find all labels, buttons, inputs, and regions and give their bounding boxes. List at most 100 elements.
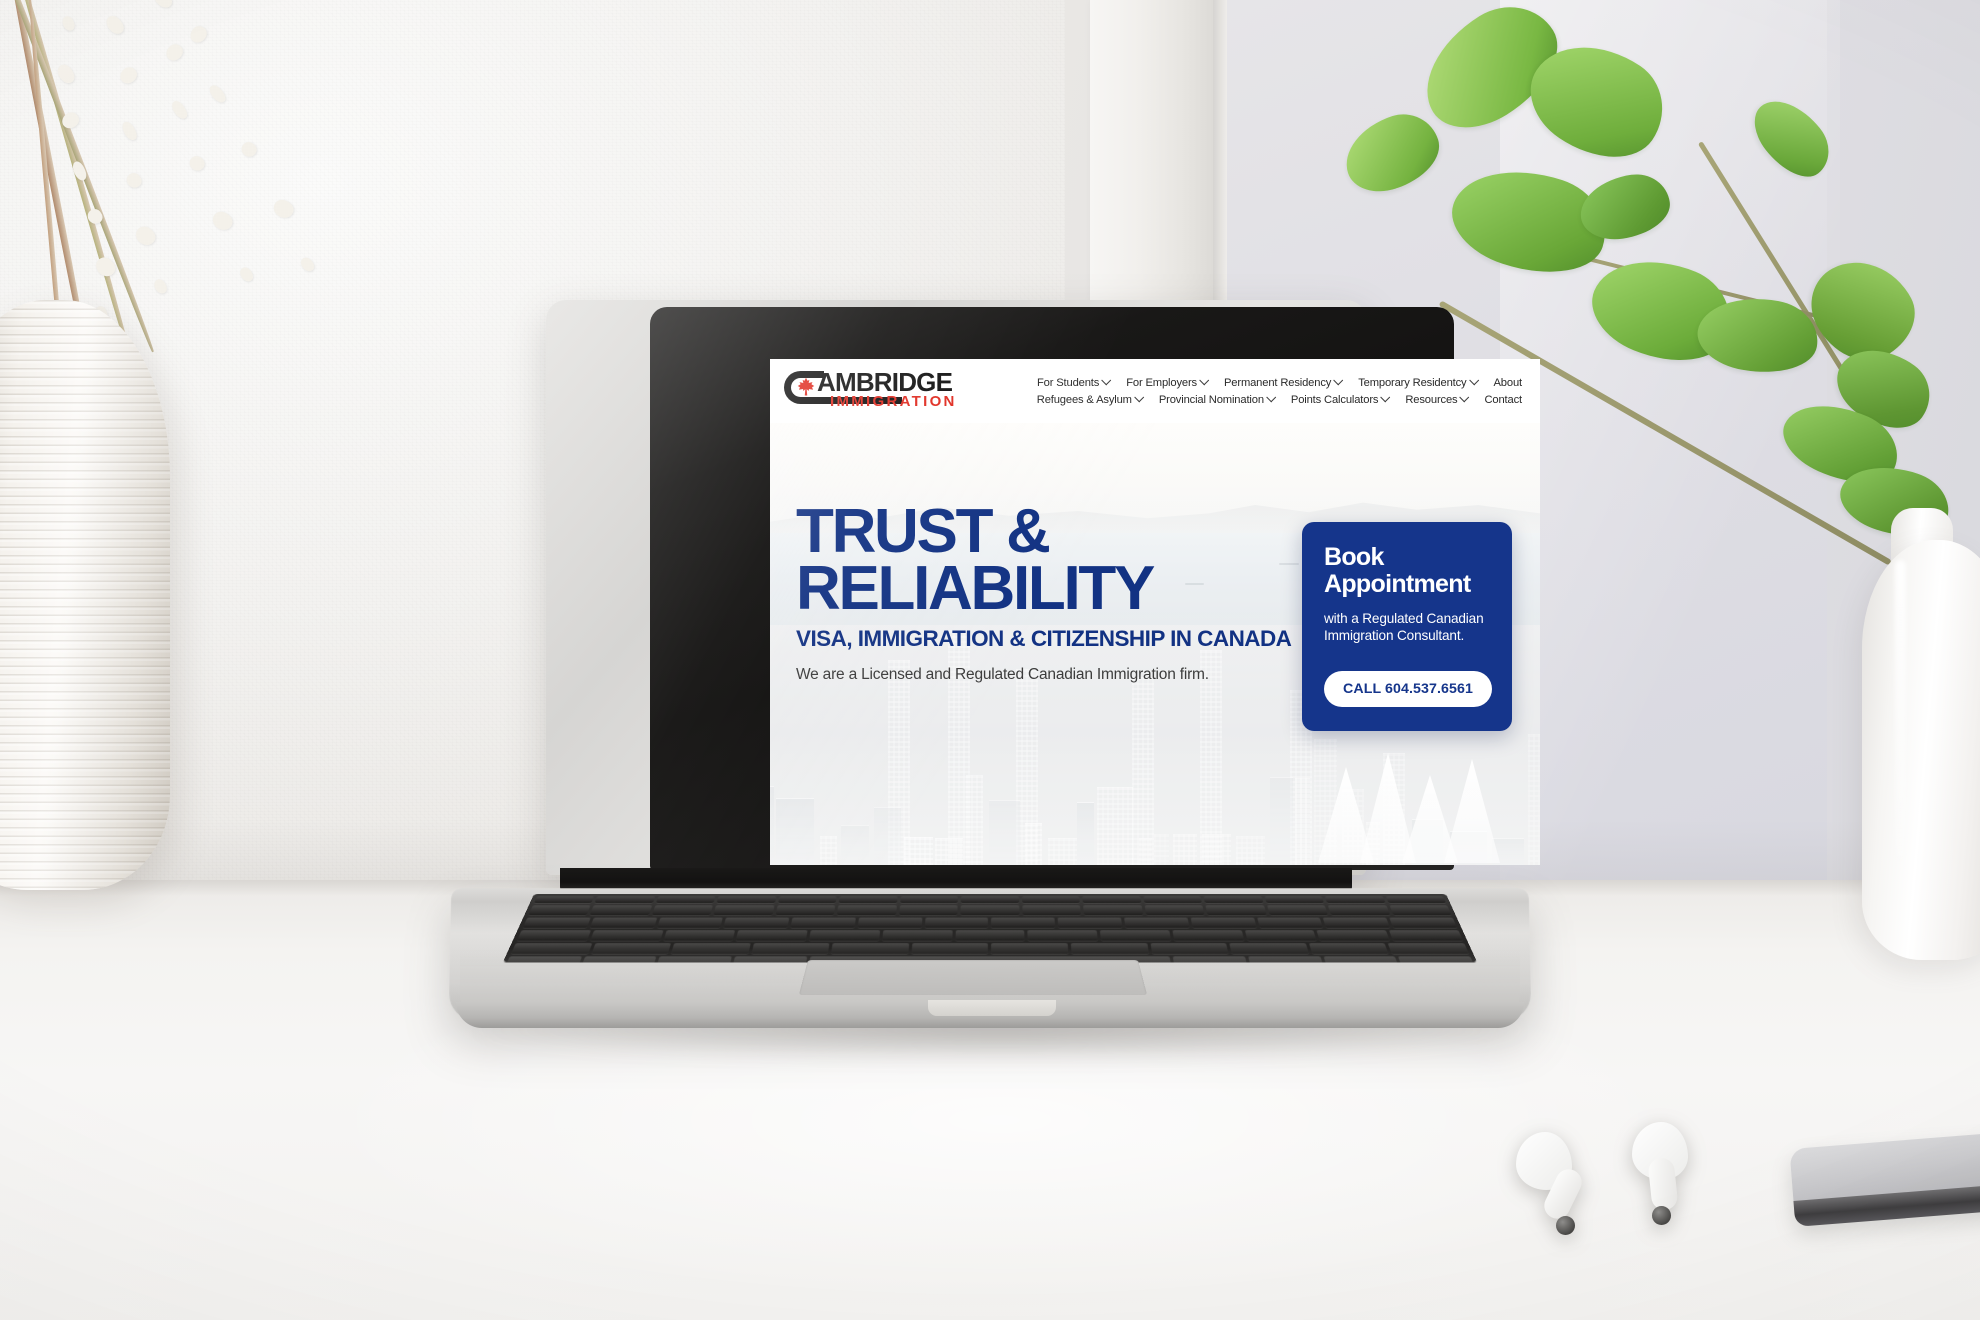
keyboard-row	[513, 930, 1468, 941]
keyboard-key[interactable]	[777, 896, 838, 903]
keyboard-key[interactable]	[1143, 896, 1203, 903]
keyboard-key[interactable]	[594, 896, 656, 903]
keyboard-key[interactable]	[713, 905, 775, 916]
site-header: AMBRIDGE IMMIGRATION For Students For Emp…	[770, 359, 1540, 423]
keyboard-key[interactable]	[716, 896, 777, 903]
keyboard-key[interactable]	[900, 896, 959, 903]
nav-item-refugees-asylum[interactable]: Refugees & Asylum	[1037, 392, 1145, 406]
main-navigation[interactable]: For Students For Employers Permanent Resid…	[966, 375, 1523, 406]
site-logo[interactable]: AMBRIDGE IMMIGRATION	[784, 368, 966, 414]
keyboard-key[interactable]	[723, 917, 790, 928]
keyboard-key[interactable]	[1082, 896, 1142, 903]
vase-shading	[0, 300, 170, 890]
keyboard-key[interactable]	[1057, 917, 1123, 928]
keyboard-key[interactable]	[790, 917, 856, 928]
keyboard-key[interactable]	[589, 930, 664, 941]
maple-leaf-icon	[797, 377, 815, 396]
keyboard-key[interactable]	[1389, 905, 1452, 916]
cta-subtitle: with a Regulated Canadian Immigration Co…	[1324, 611, 1484, 644]
screen-bezel: AMBRIDGE IMMIGRATION For Students For Emp…	[650, 307, 1540, 870]
keyboard-key[interactable]	[590, 905, 653, 916]
keyboard-key[interactable]	[1099, 930, 1171, 941]
book-appointment-card[interactable]: Book Appointment with a Regulated Canadi…	[1302, 522, 1512, 731]
keyboard-key[interactable]	[656, 917, 724, 928]
keyboard-key[interactable]	[1389, 930, 1464, 941]
keyboard-key[interactable]	[1244, 930, 1318, 941]
chevron-down-icon	[1468, 375, 1479, 386]
keyboard-key[interactable]	[960, 905, 1020, 916]
keyboard-key[interactable]	[955, 930, 1025, 941]
keyboard-key[interactable]	[991, 917, 1056, 928]
nav-item-label: Temporary Residentcy	[1358, 376, 1467, 389]
laptop-lid: AMBRIDGE IMMIGRATION For Students For Emp…	[546, 300, 1540, 875]
ribbed-white-vase	[0, 300, 170, 890]
nav-item-about[interactable]: About	[1494, 377, 1523, 389]
keyboard-key[interactable]	[1027, 930, 1098, 941]
keyboard-key[interactable]	[898, 905, 958, 916]
hero-content: TRUST & RELIABILITY VISA, IMMIGRATION & …	[770, 423, 1540, 865]
call-button[interactable]: CALL 604.537.6561	[1324, 670, 1492, 707]
logo-mark: AMBRIDGE IMMIGRATION	[784, 368, 966, 414]
keyboard-key[interactable]	[1021, 896, 1081, 903]
nav-item-label: Contact	[1484, 393, 1522, 406]
keyboard-key[interactable]	[1327, 905, 1390, 916]
nav-item-label: Provincial Nomination	[1158, 393, 1264, 406]
keyboard-key[interactable]	[1144, 905, 1205, 916]
keyboard-key[interactable]	[655, 896, 716, 903]
keyboard-key[interactable]	[1324, 896, 1386, 903]
keyboard-key[interactable]	[589, 917, 657, 928]
keyboard-key[interactable]	[1266, 905, 1329, 916]
nav-item-provincial-nomination[interactable]: Provincial Nomination	[1158, 392, 1277, 406]
hero-paragraph: We are a Licensed and Regulated Canadian…	[796, 666, 1209, 684]
keyboard-key[interactable]	[735, 930, 808, 941]
keyboard-key[interactable]	[533, 896, 595, 903]
keyboard-key[interactable]	[1256, 917, 1324, 928]
nav-item-permanent-residency[interactable]: Permanent Residency	[1224, 375, 1344, 389]
nav-row-primary: For Students For Employers Permanent Resid…	[1037, 375, 1523, 389]
nav-item-for-students[interactable]: For Students	[1037, 375, 1112, 389]
laptop-trackpad[interactable]	[798, 960, 1148, 996]
keyboard-key[interactable]	[522, 917, 591, 928]
keyboard-key[interactable]	[516, 930, 591, 941]
keyboard-key[interactable]	[961, 896, 1020, 903]
keyboard-row	[524, 905, 1455, 916]
hero-headline: TRUST & RELIABILITY	[796, 497, 1155, 624]
chevron-down-icon	[1333, 375, 1344, 386]
keyboard-key[interactable]	[651, 905, 714, 916]
nav-item-temporary-residentcy[interactable]: Temporary Residentcy	[1358, 375, 1479, 389]
laptop-screen[interactable]: AMBRIDGE IMMIGRATION For Students For Emp…	[770, 359, 1540, 865]
keyboard-key[interactable]	[837, 905, 897, 916]
keyboard-key[interactable]	[662, 930, 736, 941]
keyboard-key[interactable]	[1385, 896, 1447, 903]
keyboard-key[interactable]	[808, 930, 880, 941]
keyboard-row	[530, 896, 1450, 903]
keyboard-key[interactable]	[1323, 917, 1391, 928]
nav-item-resources[interactable]: Resources	[1405, 392, 1470, 406]
hero-section: TRUST & RELIABILITY VISA, IMMIGRATION & …	[770, 423, 1540, 865]
keyboard-key[interactable]	[1083, 905, 1143, 916]
nav-item-contact[interactable]: Contact	[1484, 394, 1522, 406]
keyboard-key[interactable]	[1190, 917, 1257, 928]
keyboard-key[interactable]	[1316, 930, 1391, 941]
nav-item-for-employers[interactable]: For Employers	[1126, 375, 1210, 389]
keyboard-key[interactable]	[857, 917, 923, 928]
keyboard-key[interactable]	[1124, 917, 1190, 928]
glossy-white-bottle-vase	[1862, 540, 1980, 960]
keyboard-key[interactable]	[924, 917, 989, 928]
keyboard-key[interactable]	[528, 905, 592, 916]
keyboard-key[interactable]	[775, 905, 836, 916]
keyboard-key[interactable]	[882, 930, 953, 941]
keyboard-key[interactable]	[1172, 930, 1244, 941]
laptop-open-notch	[928, 1000, 1056, 1016]
keyboard-key[interactable]	[1205, 905, 1267, 916]
logo-subwordmark: IMMIGRATION	[830, 393, 957, 410]
keyboard-key[interactable]	[1203, 896, 1264, 903]
keyboard-key[interactable]	[1389, 917, 1458, 928]
chevron-down-icon	[1459, 392, 1470, 403]
nav-item-points-calculators[interactable]: Points Calculators	[1291, 392, 1391, 406]
keyboard-key[interactable]	[838, 896, 898, 903]
keyboard-key[interactable]	[1264, 896, 1325, 903]
keyboard-key[interactable]	[1022, 905, 1082, 916]
chevron-down-icon	[1101, 375, 1112, 386]
cta-title: Book Appointment	[1324, 543, 1471, 598]
